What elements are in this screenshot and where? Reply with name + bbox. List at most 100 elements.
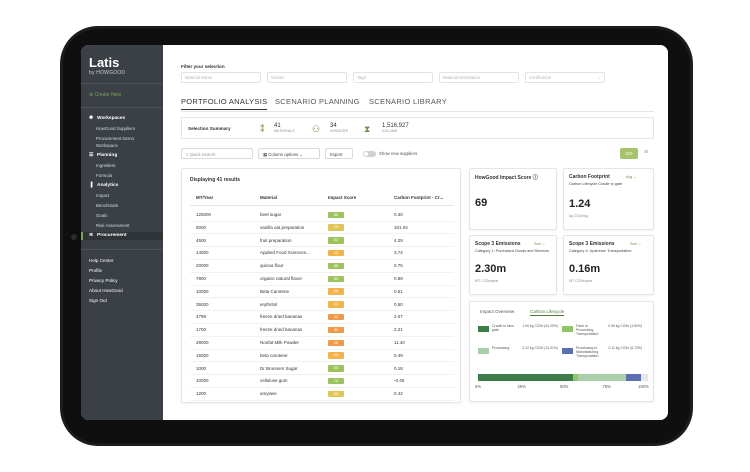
hourglass-icon: ⧗ (364, 124, 371, 134)
vendor-input[interactable]: Vendor (267, 72, 347, 83)
carbon-footprint-title: Carbon Footprint (569, 174, 610, 180)
table-row[interactable]: 125000 beet sugar 0.30 65 (190, 209, 454, 222)
tabs-underline (181, 111, 654, 112)
table-row[interactable]: 10000 cellulose gum -0.48 70 (190, 375, 454, 388)
app-logo[interactable]: Latis (89, 55, 119, 70)
cell-mt-year: 4500 (196, 237, 207, 243)
results-table-card: Displaying 41 results MT/Year Material I… (181, 168, 461, 403)
bar-segment[interactable] (641, 374, 648, 381)
impact-score-badge: 40 (328, 249, 344, 257)
scope3-purchased-value: 2.30m (475, 263, 507, 275)
info-icon[interactable]: ⓘ (533, 175, 538, 181)
cell-material: cellulose gum (260, 378, 288, 384)
sidebar-item-howgood-suppliers[interactable]: HowGood Suppliers (96, 126, 135, 131)
cell-carbon-footprint: 101.04 (394, 224, 408, 230)
quick-search-input[interactable]: ⌕ Quick Search (181, 148, 253, 159)
certification-select[interactable]: Certification ⌄ (525, 72, 605, 83)
scope3-title: Scope 3 Emissions (475, 241, 521, 247)
sidebar-link-privacy-policy[interactable]: Privacy Policy (89, 278, 118, 283)
sidebar-link-profile[interactable]: Profile (89, 268, 102, 273)
bar-segment[interactable] (578, 374, 626, 381)
sidebar-link-about-howgood[interactable]: About HowGood (89, 288, 123, 293)
sidebar-item-procurement-demo[interactable]: Procurement Demo (96, 136, 134, 141)
column-header-impact-score[interactable]: Impact Score (328, 195, 356, 200)
sum-dropdown[interactable]: Sum ⌄ (534, 242, 545, 246)
sidebar-section-procurement[interactable]: ≋ Procurement (89, 233, 127, 238)
impact-score-badge: 70 (328, 377, 344, 385)
sidebar-item-formula[interactable]: Formula (96, 173, 112, 178)
sidebar-item-goals[interactable]: Goals (96, 213, 107, 218)
export-button[interactable]: Export (325, 148, 353, 159)
impact-score-badge: 32 (328, 326, 344, 334)
carbon-footprint-card: Carbon Footprint Avg ⌄ Carbon Lifecycle … (563, 168, 654, 230)
column-header-mt-year[interactable]: MT/Year (196, 195, 213, 200)
cell-mt-year: 5000 (196, 224, 207, 230)
tab-impact-overview[interactable]: Impact Overview (480, 309, 514, 314)
cell-mt-year: 125000 (196, 212, 212, 217)
sidebar-item-workspace[interactable]: Workspace (96, 143, 118, 148)
layers-icon: ≋ (89, 233, 94, 238)
cell-material: Applied Food Sciences... (260, 250, 310, 256)
legend-value: 0.11 kg CO2e (6.73%) (608, 346, 642, 350)
show-new-suppliers-toggle[interactable] (363, 151, 376, 157)
material-destination-input[interactable]: Material Destination (439, 72, 519, 83)
table-row[interactable]: 10000 Beta Carotene 0.51 38 (190, 286, 454, 299)
sidebar-section-planning[interactable]: ☰ Planning (89, 153, 117, 158)
sidebar-item-ingredient[interactable]: Ingredient (96, 163, 116, 168)
sidebar: Latis by HOWGOOD ⊕ Create New ✹ Workspace… (81, 45, 163, 420)
table-row[interactable]: 20000 quinoa flour 0.75 68 (190, 260, 454, 273)
sidebar-link-help-center[interactable]: Help Center (89, 258, 114, 263)
table-row[interactable]: 15000 beta carotene 0.49 40 (190, 350, 454, 363)
table-row[interactable]: 7800 organic natural flavor 0.89 63 (190, 273, 454, 286)
table-row[interactable]: 4799 freeze dried bananas 2.07 32 (190, 311, 454, 324)
table-row[interactable]: 4500 fruit preparation 4.29 62 (190, 235, 454, 248)
tab-scenario-planning[interactable]: SCENARIO PLANNING (275, 97, 360, 106)
sidebar-item-impact[interactable]: Impact (96, 193, 109, 198)
cell-carbon-footprint: 0.75 (394, 263, 403, 269)
cell-carbon-footprint: 11.40 (394, 340, 405, 345)
quick-search-placeholder: Quick Search (189, 151, 216, 157)
table-row[interactable]: 1000 Dr Bronners Sugar 0.18 66 (190, 363, 454, 376)
sidebar-section-analytics[interactable]: ▐ Analytics (89, 183, 118, 188)
impact-score-badge: 50 (328, 390, 344, 398)
bar-chart-icon: ▐ (89, 183, 93, 188)
search-icon: ⌕ (186, 151, 189, 157)
impact-score-title: HowGood Impact Score ⓘ (475, 174, 538, 181)
sum-dropdown[interactable]: Sum ⌄ (630, 242, 641, 246)
table-row[interactable]: 1200 amylase 0.42 50 (190, 388, 454, 401)
tab-carbon-lifecycle[interactable]: Carbon Lifecycle (530, 309, 565, 316)
chevron-down-icon: ⌄ (597, 75, 601, 80)
sidebar-item-risk-assessment[interactable]: Risk Assessment (96, 223, 129, 228)
legend-value: 0.06 kg CO2e (3.82%) (608, 324, 642, 328)
column-header-carbon-footprint[interactable]: Carbon Footprint - Cr... (394, 195, 443, 200)
sidebar-item-benchmark[interactable]: Benchmark (96, 203, 118, 208)
tab-scenario-library[interactable]: SCENARIO LIBRARY (369, 97, 447, 106)
material-name-input[interactable]: Material Name (181, 72, 261, 83)
create-new-button[interactable]: ⊕ Create New (89, 92, 121, 98)
column-options-button[interactable]: ▦ Column options ⌄ (258, 148, 320, 159)
carbon-footprint-subtitle: Carbon Lifecycle Cradle to gate (569, 182, 623, 186)
table-row[interactable]: 5000 vanilla oat preparation 101.04 45 (190, 222, 454, 235)
app-screen: Latis by HOWGOOD ⊕ Create New ✹ Workspace… (81, 45, 668, 420)
table-row[interactable]: 1700 freeze dried bananas 2.21 32 (190, 324, 454, 337)
sum-dropdown-label: Sum (630, 242, 638, 246)
volume-stat: 1,516,927 VOLUME (382, 123, 409, 133)
table-row[interactable]: 35000 erythritol 0.50 43 (190, 299, 454, 312)
sidebar-section-workspaces[interactable]: ✹ Workspaces (89, 116, 125, 121)
bar-segment[interactable] (625, 374, 642, 381)
carbon-lifecycle-card: Impact Overview Carbon Lifecycle Cradle … (469, 301, 654, 402)
cell-carbon-footprint: 0.42 (394, 391, 403, 397)
legend-label: Processing (492, 346, 510, 350)
sidebar-link-sign-out[interactable]: Sign Out (89, 298, 107, 303)
go-button[interactable]: GO (620, 148, 638, 159)
materials-label: MATERIALS (274, 129, 295, 133)
avg-dropdown[interactable]: Avg ⌄ (626, 175, 636, 179)
materials-stat: 41 MATERIALS (274, 123, 295, 133)
tab-portfolio-analysis[interactable]: PORTFOLIO ANALYSIS (181, 97, 268, 110)
menu-icon[interactable]: ≡ (644, 149, 648, 156)
tags-input[interactable]: Tags (353, 72, 433, 83)
bar-segment[interactable] (478, 374, 574, 381)
table-row[interactable]: 29000 Nonfat Milk Powder 11.40 25 (190, 337, 454, 350)
column-header-material[interactable]: Material (260, 195, 277, 200)
table-row[interactable]: 14000 Applied Food Sciences... 3.74 40 (190, 247, 454, 260)
